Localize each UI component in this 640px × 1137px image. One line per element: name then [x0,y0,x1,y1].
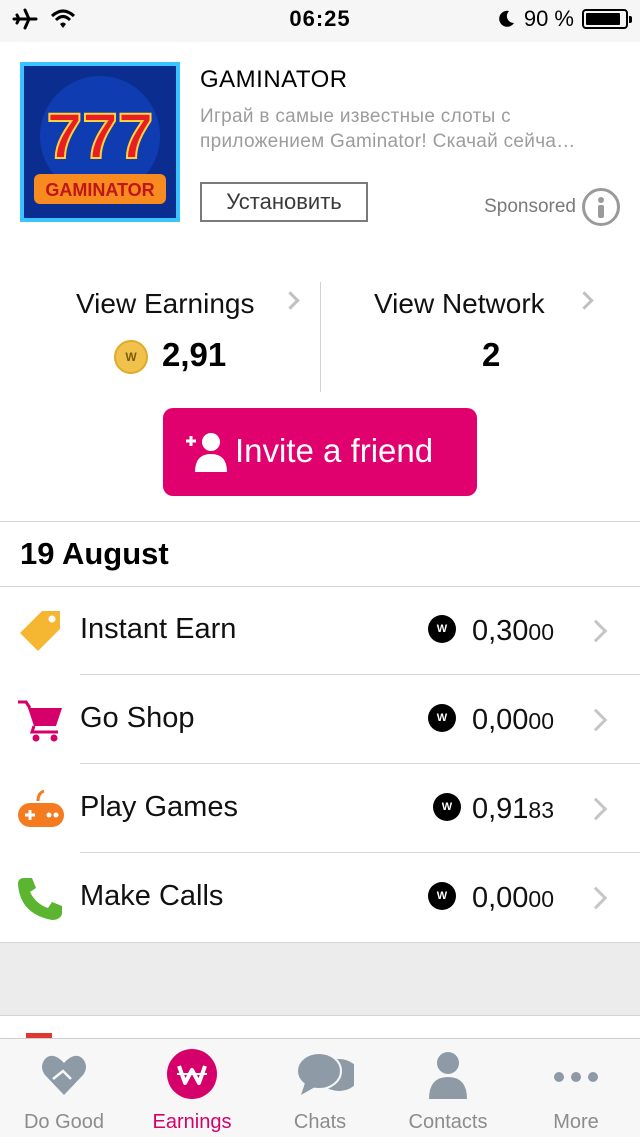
install-button[interactable]: Установить [200,182,368,222]
chat-bubbles-icon [296,1052,354,1095]
battery-icon [582,9,632,29]
activity-amount: 0,3000 [471,615,554,647]
row-separator [80,852,640,853]
svg-text:GAMINATOR: GAMINATOR [45,180,154,200]
w-coin-icon: W [428,704,456,732]
ad-app-name[interactable]: GAMINATOR [200,66,348,94]
activity-row-play-games[interactable]: Play Games W 0,9183 [0,765,640,853]
w-coin-icon: W [428,882,456,910]
view-earnings-button[interactable]: View Earnings W 2,91 [0,282,320,392]
battery-level [586,13,620,25]
activity-label: Instant Earn [80,613,237,645]
network-value: 2 [482,336,501,373]
chevron-right-icon [584,886,608,910]
tab-label: Contacts [408,1111,488,1133]
battery-percent: 90 % [523,6,574,31]
gamepad-icon [18,789,64,827]
tab-more[interactable]: More [512,1039,640,1137]
status-bar: 06:25 90 % [0,0,640,42]
stats-panel: View Earnings W 2,91 View Network 2 [0,282,640,392]
cart-icon [18,700,62,742]
tab-label: Do Good [23,1111,105,1133]
ad-app-logo[interactable]: 777 GAMINATOR [20,62,180,222]
activity-row-go-shop[interactable]: Go Shop W 0,0000 [0,676,640,764]
divider [0,521,640,522]
phone-icon [18,878,62,920]
w-coin-icon [167,1049,217,1099]
slot-logo-image: 777 GAMINATOR [24,66,176,218]
section-date: 19 August [20,536,169,571]
ad-description-line2: приложением Gaminator! Скачай сейча… [200,131,576,152]
row-separator [80,763,640,764]
activity-amount: 0,9183 [471,793,554,825]
ad-description: Играй в самые известные слоты с приложен… [200,104,620,154]
tab-contacts[interactable]: Contacts [384,1039,512,1137]
status-right: 90 % [496,6,632,32]
activity-label: Make Calls [80,880,224,912]
tab-chats[interactable]: Chats [256,1039,384,1137]
chevron-right-icon [575,291,594,310]
ad-description-line1: Играй в самые известные слоты с [200,106,511,127]
heart-hands-icon [42,1055,86,1095]
w-coin-icon: W [433,793,461,821]
view-network-button[interactable]: View Network 2 [320,282,640,392]
chevron-right-icon [584,619,608,643]
row-separator [80,674,640,675]
moon-icon [499,10,514,27]
sponsored-ad[interactable]: 777 GAMINATOR GAMINATOR Играй в самые из… [0,42,640,242]
sponsored-label: Sponsored [484,196,576,217]
w-coin-icon: W [114,340,148,374]
tab-label: Chats [293,1111,347,1133]
tab-earnings[interactable]: Earnings [128,1039,256,1137]
tab-label: Earnings [152,1111,232,1133]
activity-row-make-calls[interactable]: Make Calls W 0,0000 [0,854,640,942]
view-network-label: View Network [374,288,545,319]
tag-icon [20,611,60,651]
chevron-right-icon [584,797,608,821]
svg-text:777: 777 [47,100,154,172]
activity-label: Go Shop [80,702,195,734]
view-earnings-label: View Earnings [76,288,255,319]
activity-amount: 0,0000 [471,882,554,914]
invite-friend-label: Invite a friend [235,432,434,469]
add-person-icon [186,433,227,472]
section-spacer [0,942,640,1016]
invite-friend-button[interactable]: Invite a friend [163,408,477,496]
activity-row-instant-earn[interactable]: Instant Earn W 0,3000 [0,587,640,675]
activity-amount: 0,0000 [471,704,554,736]
w-coin-icon: W [428,615,456,643]
tab-label: More [553,1111,599,1133]
activity-label: Play Games [80,791,238,823]
earnings-value: 2,91 [162,336,227,373]
person-icon [429,1052,467,1099]
tab-do-good[interactable]: Do Good [0,1039,128,1137]
tab-bar: Do Good Earnings Chats Contacts More [0,1038,640,1137]
more-dots-icon [554,1072,598,1082]
chevron-right-icon [281,291,300,310]
chevron-right-icon [584,708,608,732]
info-icon[interactable] [582,188,620,226]
